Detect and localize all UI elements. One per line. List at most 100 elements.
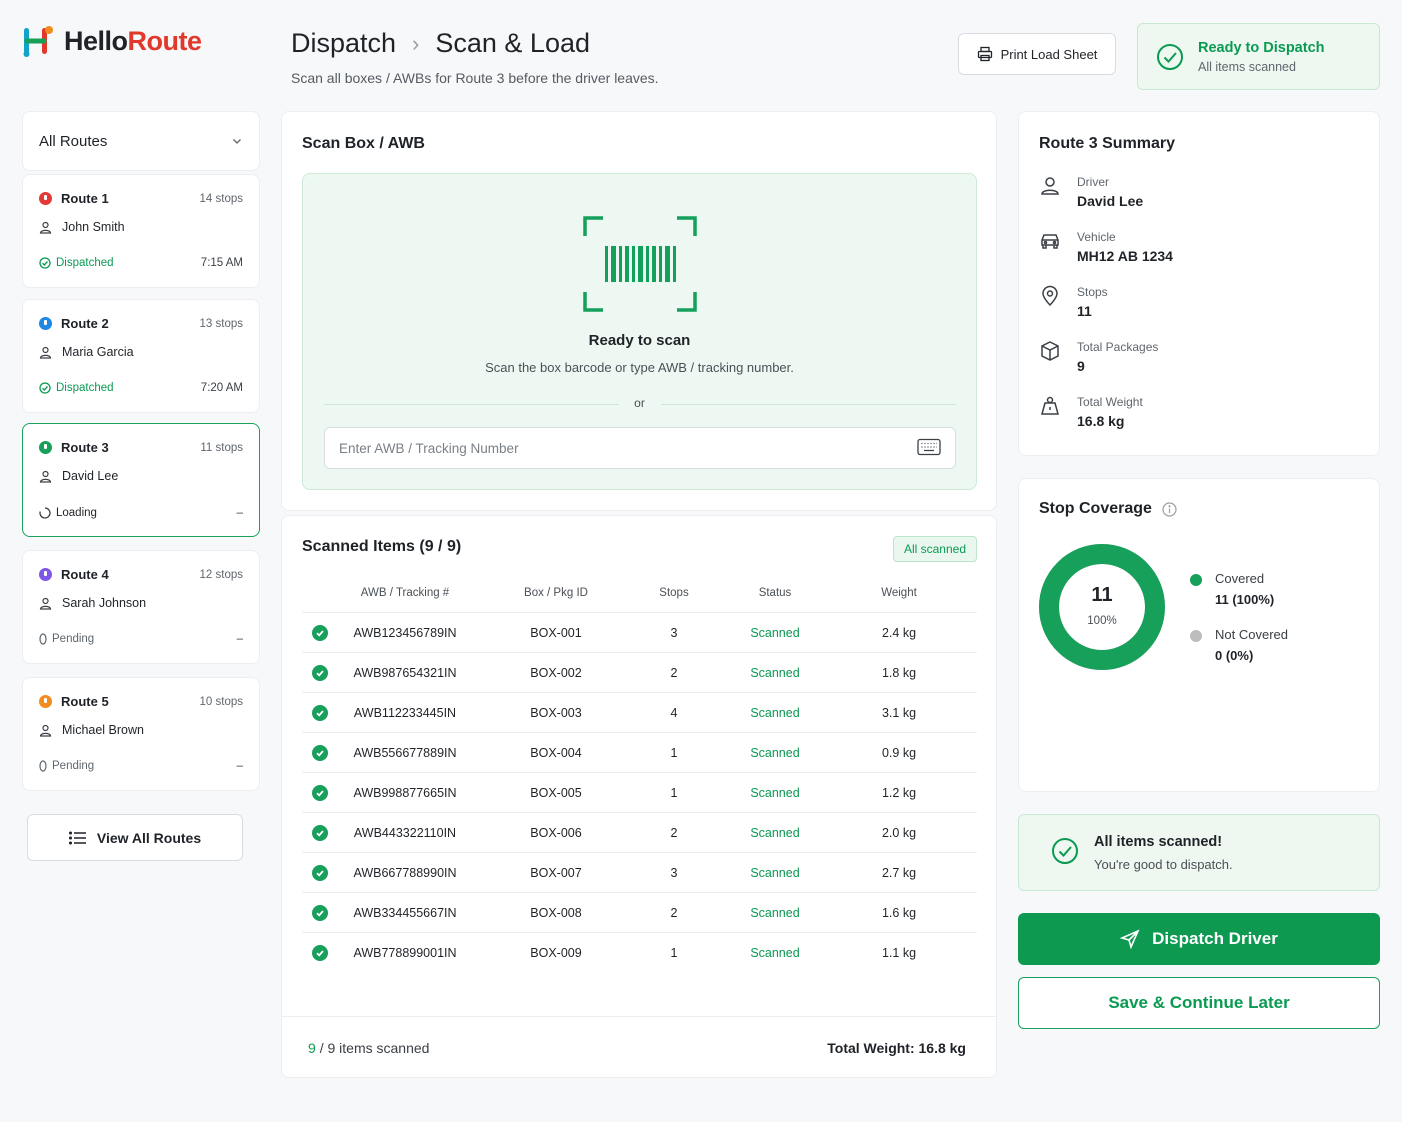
cell-awb: AWB667788990IN [353, 866, 457, 880]
route-time: – [236, 633, 243, 645]
legend-covered-swatch [1190, 574, 1202, 586]
route-filter-select[interactable]: All Routes [22, 111, 260, 171]
table-row[interactable]: AWB123456789IN BOX-001 3 Scanned 2.4 kg [302, 612, 977, 652]
table-row[interactable]: AWB112233445IN BOX-003 4 Scanned 3.1 kg [302, 692, 977, 732]
table-row[interactable]: AWB334455667IN BOX-008 2 Scanned 1.6 kg [302, 892, 977, 932]
vehicle-value: MH12 AB 1234 [1077, 248, 1173, 264]
table-row[interactable]: AWB998877665IN BOX-005 1 Scanned 1.2 kg [302, 772, 977, 812]
save-continue-later-button[interactable]: Save & Continue Later [1018, 977, 1380, 1029]
route-color-dot-icon [39, 317, 52, 330]
cell-awb: AWB443322110IN [353, 826, 457, 840]
check-circle-icon [1157, 43, 1183, 70]
save-continue-later-label: Save & Continue Later [1108, 993, 1290, 1012]
info-icon[interactable] [1162, 501, 1177, 517]
ready-to-scan-title: Ready to scan [588, 332, 691, 349]
route-color-dot-icon [39, 568, 52, 581]
route-card[interactable]: Route 4 12 stops Sarah Johnson Pending – [22, 550, 260, 664]
route-card[interactable]: Route 2 13 stops Maria Garcia Dispatched 7:2… [22, 299, 260, 413]
items-scanned-count: 9 / 9 items scanned [308, 1040, 429, 1056]
cell-box: BOX-007 [530, 866, 582, 880]
cell-weight: 2.7 kg [881, 866, 917, 880]
keyboard-icon[interactable] [917, 438, 941, 456]
table-footer-divider [282, 1016, 996, 1017]
summary-weight: Total Weight 16.8 kg [1039, 395, 1143, 429]
check-icon [312, 665, 328, 681]
route-card[interactable]: Route 1 14 stops John Smith Dispatched 7:15 … [22, 174, 260, 288]
cell-box: BOX-008 [530, 906, 582, 920]
route-stops: 11 stops [200, 441, 243, 454]
cell-box: BOX-002 [530, 666, 582, 680]
route-driver: Sarah Johnson [39, 596, 146, 610]
person-icon [39, 346, 52, 359]
vehicle-label: Vehicle [1077, 230, 1116, 244]
legend-not-covered-label: Not Covered [1215, 627, 1288, 642]
cell-status: Scanned [750, 666, 800, 680]
cell-box: BOX-003 [530, 706, 582, 720]
cell-weight: 3.1 kg [881, 706, 917, 720]
packages-value: 9 [1077, 358, 1085, 374]
route-card[interactable]: Route 3 11 stops David Lee Loading – [22, 423, 260, 537]
brand-name-hello: Hello [64, 25, 128, 56]
route-summary-panel: Route 3 Summary Driver David Lee Vehicle M… [1018, 111, 1380, 456]
person-icon [39, 597, 52, 610]
route-driver-name: Sarah Johnson [62, 596, 147, 610]
table-row[interactable]: AWB987654321IN BOX-002 2 Scanned 1.8 kg [302, 652, 977, 692]
route-time: – [236, 507, 243, 519]
scan-drop-zone[interactable]: Ready to scan Scan the box barcode or ty… [302, 173, 977, 490]
column-header-weight[interactable]: Weight [849, 587, 949, 599]
view-all-routes-button[interactable]: View All Routes [27, 814, 243, 861]
cell-weight: 1.6 kg [881, 906, 917, 920]
cell-awb: AWB123456789IN [353, 626, 457, 640]
cell-awb: AWB334455667IN [353, 906, 457, 920]
cell-awb: AWB998877665IN [353, 786, 457, 800]
route-stops: 12 stops [199, 568, 243, 581]
legend-not-covered-swatch [1190, 630, 1202, 642]
awb-tracking-input[interactable] [324, 427, 956, 469]
summary-packages: Total Packages 9 [1039, 340, 1158, 374]
cell-stops: 2 [670, 906, 678, 920]
cell-weight: 1.8 kg [881, 666, 917, 680]
legend-covered-label: Covered [1215, 571, 1265, 586]
scan-panel-title: Scan Box / AWB [302, 135, 425, 152]
route-name-label: Route 4 [61, 567, 109, 582]
route-status: Dispatched [39, 257, 114, 269]
all-items-scanned-banner: All items scanned! You're good to dispat… [1018, 814, 1380, 891]
check-circle-icon [39, 257, 51, 269]
driver-label: Driver [1077, 175, 1109, 189]
column-header-stops[interactable]: Stops [634, 587, 714, 599]
column-header-box[interactable]: Box / Pkg ID [496, 587, 616, 599]
column-header-status[interactable]: Status [725, 587, 825, 599]
cell-stops: 4 [670, 706, 678, 720]
table-row[interactable]: AWB667788990IN BOX-007 3 Scanned 2.7 kg [302, 852, 977, 892]
column-header-awb[interactable]: AWB / Tracking # [340, 587, 470, 599]
list-icon [68, 830, 86, 845]
table-row[interactable]: AWB443322110IN BOX-006 2 Scanned 2.0 kg [302, 812, 977, 852]
route-card[interactable]: Route 5 10 stops Michael Brown Pending – [22, 677, 260, 791]
route-status-label: Dispatched [56, 382, 114, 394]
driver-value: David Lee [1077, 193, 1144, 209]
brand-logo[interactable]: HelloRoute [22, 24, 202, 58]
ready-to-dispatch-banner: Ready to Dispatch All items scanned [1137, 23, 1380, 90]
table-row[interactable]: AWB556677889IN BOX-004 1 Scanned 0.9 kg [302, 732, 977, 772]
dispatch-driver-button[interactable]: Dispatch Driver [1018, 913, 1380, 965]
check-icon [312, 705, 328, 721]
route-driver-name: Michael Brown [62, 723, 144, 737]
cell-box: BOX-006 [530, 826, 582, 840]
route-name-label: Route 2 [61, 316, 109, 331]
route-status: Pending [39, 633, 94, 645]
done-subtitle: You're good to dispatch. [1094, 857, 1233, 872]
route-name-label: Route 3 [61, 440, 109, 455]
person-icon [1041, 177, 1059, 195]
print-load-sheet-button[interactable]: Print Load Sheet [958, 33, 1116, 75]
breadcrumb-parent[interactable]: Dispatch [291, 28, 396, 59]
route-time: 7:20 AM [200, 382, 243, 394]
dispatch-driver-label: Dispatch Driver [1152, 929, 1278, 948]
route-status: Pending [39, 760, 94, 772]
route-time: 7:15 AM [200, 257, 243, 269]
cell-status: Scanned [750, 866, 800, 880]
table-row[interactable]: AWB778899001IN BOX-009 1 Scanned 1.1 kg [302, 932, 977, 972]
route-stops: 14 stops [199, 192, 243, 205]
cell-status: Scanned [750, 826, 800, 840]
cell-awb: AWB112233445IN [353, 706, 457, 720]
cell-box: BOX-001 [530, 626, 582, 640]
